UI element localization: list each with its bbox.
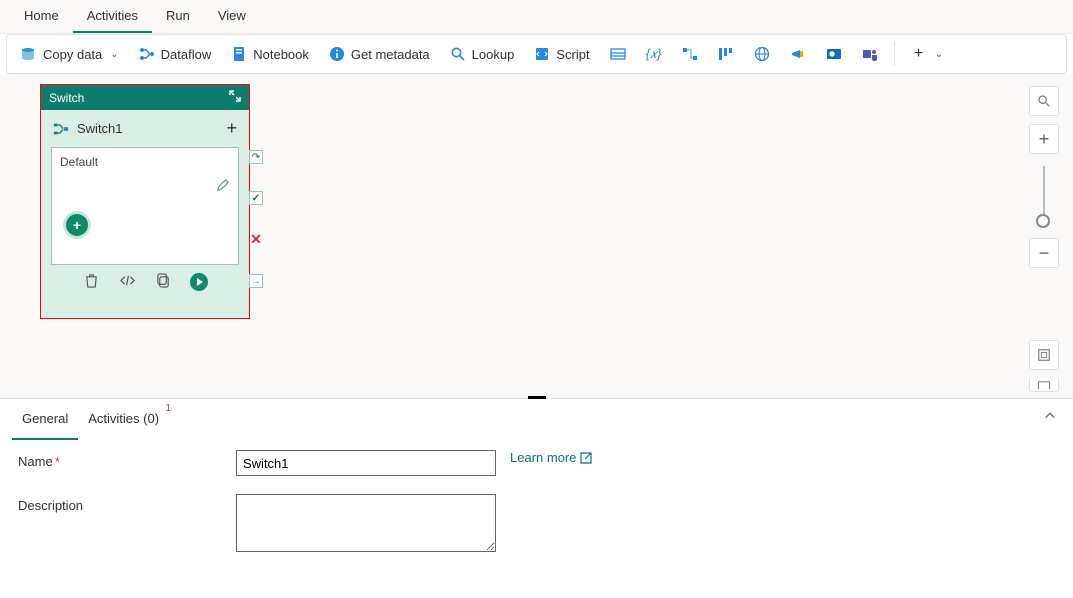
zoom-slider[interactable] — [1043, 166, 1045, 226]
tab-general[interactable]: General — [12, 399, 78, 440]
panel-collapse-icon[interactable] — [1043, 409, 1057, 426]
variable-icon: {𝑥} — [646, 46, 662, 62]
ribbon-get-metadata[interactable]: Get metadata — [321, 42, 438, 66]
megaphone-icon — [790, 46, 806, 62]
general-form: Name* Learn more Description — [0, 440, 1073, 580]
menu-view[interactable]: View — [204, 0, 260, 33]
required-mark: * — [55, 454, 60, 469]
form-row-description: Description — [18, 494, 1055, 552]
ribbon-label: Notebook — [253, 47, 309, 62]
properties-panel: General Activities (0) 1 Name* Learn mor… — [0, 398, 1073, 580]
description-input[interactable] — [236, 494, 496, 552]
zoom-fit-button[interactable] — [1029, 340, 1059, 370]
ribbon-icon-outlook[interactable] — [818, 42, 850, 66]
dataflow-icon — [139, 46, 155, 62]
zoom-in-button[interactable]: + — [1029, 124, 1059, 154]
node-case-default[interactable]: Default — [51, 147, 239, 265]
node-action-bar — [51, 265, 239, 295]
ribbon-separator — [894, 42, 895, 66]
ribbon-script[interactable]: Script — [526, 42, 597, 66]
ribbon-dataflow[interactable]: Dataflow — [131, 42, 220, 66]
ribbon-lookup[interactable]: Lookup — [442, 42, 523, 66]
node-copy-icon[interactable] — [154, 273, 172, 291]
name-label: Name — [18, 454, 53, 469]
add-activity-to-case-button[interactable] — [66, 214, 88, 236]
node-name-label: Switch1 — [77, 121, 123, 136]
outlook-icon — [826, 46, 842, 62]
node-code-icon[interactable] — [118, 273, 136, 291]
plus-icon: + — [911, 46, 927, 62]
ribbon-icon-teams[interactable] — [854, 42, 886, 66]
node-port-onfail[interactable]: ✕ — [249, 232, 263, 246]
switch-activity-icon — [53, 121, 69, 137]
zoom-out-button[interactable]: − — [1029, 238, 1059, 268]
search-icon — [450, 46, 466, 62]
pipeline-icon — [682, 46, 698, 62]
properties-tabs: General Activities (0) 1 — [0, 399, 1073, 440]
teams-icon — [862, 46, 878, 62]
node-type-label: Switch — [49, 91, 84, 105]
node-port-oncomplete[interactable]: → — [249, 274, 263, 288]
node-port-onsuccess[interactable]: ✓ — [249, 191, 263, 205]
notebook-icon — [231, 46, 247, 62]
ribbon-icon-board[interactable] — [710, 42, 742, 66]
description-label: Description — [18, 498, 83, 513]
menu-run[interactable]: Run — [152, 0, 204, 33]
ribbon-notebook[interactable]: Notebook — [223, 42, 317, 66]
ribbon-add-more[interactable]: + ⌄ — [903, 42, 951, 66]
activity-node-switch[interactable]: Switch Switch1 + Default — [40, 84, 250, 319]
copy-data-icon — [21, 46, 37, 62]
menu-activities[interactable]: Activities — [73, 0, 152, 33]
node-header-row: Switch1 + — [51, 112, 239, 147]
learn-more-link[interactable]: Learn more — [510, 450, 592, 465]
form-row-name: Name* Learn more — [18, 450, 1055, 476]
script-icon — [534, 46, 550, 62]
pipeline-canvas[interactable]: Switch Switch1 + Default — [0, 74, 1073, 398]
top-menubar: Home Activities Run View — [0, 0, 1073, 34]
ribbon-icon-announce[interactable] — [782, 42, 814, 66]
ribbon-label: Get metadata — [351, 47, 430, 62]
ribbon-label: Script — [556, 47, 589, 62]
node-body: Switch1 + Default — [41, 110, 249, 303]
node-expand-icon[interactable] — [229, 90, 241, 105]
name-input[interactable] — [236, 450, 496, 476]
minimap-toggle-button[interactable] — [1029, 378, 1059, 392]
canvas-tool-rail: + − — [1029, 86, 1059, 268]
canvas-tool-rail-lower — [1029, 340, 1059, 392]
case-label: Default — [60, 155, 98, 169]
ribbon-label: Dataflow — [161, 47, 212, 62]
ribbon-copy-data[interactable]: Copy data ⌄ — [13, 42, 127, 66]
edit-case-icon[interactable] — [216, 178, 230, 195]
zoom-slider-thumb[interactable] — [1036, 214, 1050, 228]
ribbon-label: Copy data — [43, 47, 102, 62]
tab-activities[interactable]: Activities (0) 1 — [78, 399, 169, 440]
globe-icon — [754, 46, 770, 62]
chevron-down-icon: ⌄ — [935, 49, 943, 60]
tab-activities-badge: 1 — [165, 403, 171, 414]
info-icon — [329, 46, 345, 62]
ribbon-icon-web[interactable] — [746, 42, 778, 66]
node-port-onskip[interactable]: ↷ — [249, 150, 263, 164]
ribbon-icon-variable[interactable]: {𝑥} — [638, 42, 670, 66]
node-run-icon[interactable] — [190, 273, 208, 291]
menu-home[interactable]: Home — [10, 0, 73, 33]
activities-ribbon: Copy data ⌄ Dataflow Notebook Get metada… — [6, 34, 1067, 74]
ribbon-icon-table[interactable] — [602, 42, 634, 66]
tab-activities-label: Activities (0) — [88, 411, 159, 426]
learn-more-label: Learn more — [510, 450, 576, 465]
ribbon-label: Lookup — [472, 47, 515, 62]
ribbon-icon-pipeline[interactable] — [674, 42, 706, 66]
chevron-down-icon: ⌄ — [110, 49, 118, 60]
table-icon — [610, 46, 626, 62]
node-title-bar[interactable]: Switch — [41, 85, 249, 110]
node-add-case-icon[interactable]: + — [226, 118, 237, 139]
node-delete-icon[interactable] — [82, 273, 100, 291]
canvas-search-button[interactable] — [1029, 86, 1059, 116]
board-icon — [718, 46, 734, 62]
